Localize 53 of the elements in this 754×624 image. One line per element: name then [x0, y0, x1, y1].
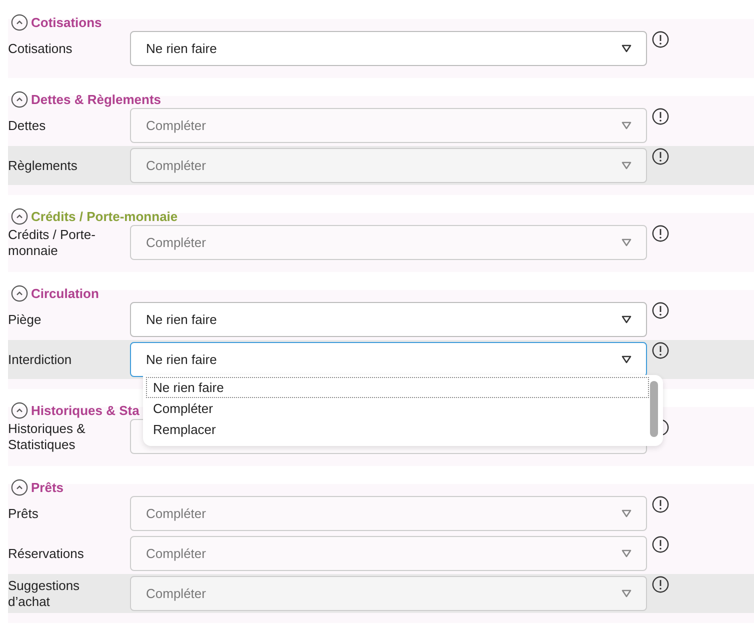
section-title: Cotisations: [31, 14, 102, 30]
caret-icon: [621, 589, 632, 598]
info-icon[interactable]: [652, 496, 669, 513]
collapse-icon[interactable]: [11, 14, 28, 30]
info-icon[interactable]: [652, 302, 669, 319]
field-label: Prêts: [8, 504, 40, 522]
dropdown-option[interactable]: Remplacer: [146, 419, 649, 440]
select-field[interactable]: Ne rien faire: [130, 342, 647, 377]
field-label: Interdiction: [8, 350, 73, 368]
collapse-icon[interactable]: [11, 208, 28, 224]
info-icon[interactable]: [652, 31, 669, 48]
dropdown-option[interactable]: Ne rien faire: [146, 377, 649, 398]
select-field[interactable]: Compléter: [130, 108, 647, 143]
select-field[interactable]: Ne rien faire: [130, 31, 647, 66]
caret-icon: [621, 161, 632, 170]
field-label: Crédits / Porte-monnaie: [8, 226, 96, 260]
info-icon[interactable]: [652, 148, 669, 165]
section-title: Historiques & Sta: [31, 402, 140, 418]
info-icon[interactable]: [652, 536, 669, 553]
collapse-icon[interactable]: [11, 402, 28, 418]
select-field[interactable]: Compléter: [130, 496, 647, 531]
collapse-icon[interactable]: [11, 478, 28, 496]
field-label: Règlements: [8, 156, 78, 175]
select-field[interactable]: Compléter: [130, 576, 647, 611]
caret-icon: [621, 121, 632, 130]
dropdown-option[interactable]: Compléter: [146, 398, 649, 419]
section-title: Dettes & Règlements: [31, 92, 162, 106]
field-label: Dettes: [8, 116, 47, 134]
field-label: Historiques & Statistiques: [8, 420, 86, 454]
caret-icon: [621, 509, 632, 518]
field-label: Cotisations: [8, 40, 74, 58]
scrollbar[interactable]: [650, 381, 658, 437]
select-field[interactable]: Compléter: [130, 536, 647, 571]
info-icon[interactable]: [652, 576, 669, 593]
field-label: Réservations: [8, 544, 85, 562]
info-icon[interactable]: [652, 225, 669, 242]
field-label: Suggestions d’achat: [8, 576, 81, 610]
caret-icon: [621, 315, 632, 324]
caret-icon: [621, 44, 632, 53]
collapse-icon[interactable]: [11, 90, 28, 108]
info-icon[interactable]: [652, 108, 669, 125]
section-title: Crédits / Porte-monnaie: [31, 208, 178, 224]
select-field[interactable]: Compléter: [130, 225, 647, 260]
info-icon[interactable]: [652, 342, 669, 359]
caret-icon: [621, 238, 632, 247]
section-title: Prêts: [31, 480, 64, 494]
select-field[interactable]: Ne rien faire: [130, 302, 647, 337]
select-field[interactable]: Compléter: [130, 148, 647, 183]
caret-icon: [621, 549, 632, 558]
collapse-icon[interactable]: [11, 284, 28, 302]
caret-icon: [621, 355, 632, 364]
section-title: Circulation: [31, 286, 99, 300]
field-label: Piège: [8, 310, 42, 329]
